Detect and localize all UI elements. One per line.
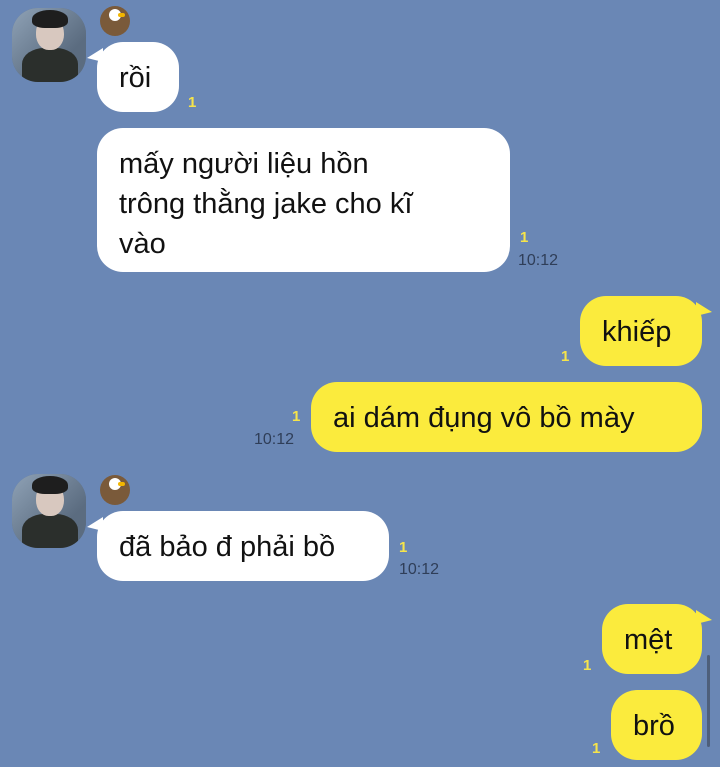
message-bubble-outgoing[interactable]: brồ [611, 690, 702, 760]
unread-count: 1 [583, 657, 592, 674]
message-time: 10:12 [399, 561, 440, 578]
message-bubble-incoming[interactable]: mấy người liệu hồn trông thằng jake cho … [97, 128, 510, 272]
message-bubble-outgoing[interactable]: ai dám đụng vô bồ mày [311, 382, 702, 452]
sender-avatar[interactable] [12, 8, 86, 82]
unread-count: 1 [188, 94, 197, 111]
eagle-icon [100, 475, 130, 505]
unread-count: 1 [520, 229, 529, 246]
sender-avatar[interactable] [12, 474, 86, 548]
scrollbar[interactable] [707, 655, 710, 747]
message-bubble-incoming[interactable]: rồi [87, 42, 179, 112]
eagle-icon [100, 6, 130, 36]
message-time: 10:12 [518, 252, 559, 269]
message-bubble-outgoing[interactable]: mệt [602, 604, 712, 674]
unread-count: 1 [561, 348, 570, 365]
unread-count: 1 [399, 539, 408, 556]
unread-count: 1 [292, 408, 301, 425]
message-bubble-outgoing[interactable]: khiếp [580, 296, 712, 366]
message-bubble-incoming[interactable]: đã bảo đ phải bồ [87, 511, 389, 581]
unread-count: 1 [592, 740, 601, 757]
message-time: 10:12 [254, 431, 295, 448]
